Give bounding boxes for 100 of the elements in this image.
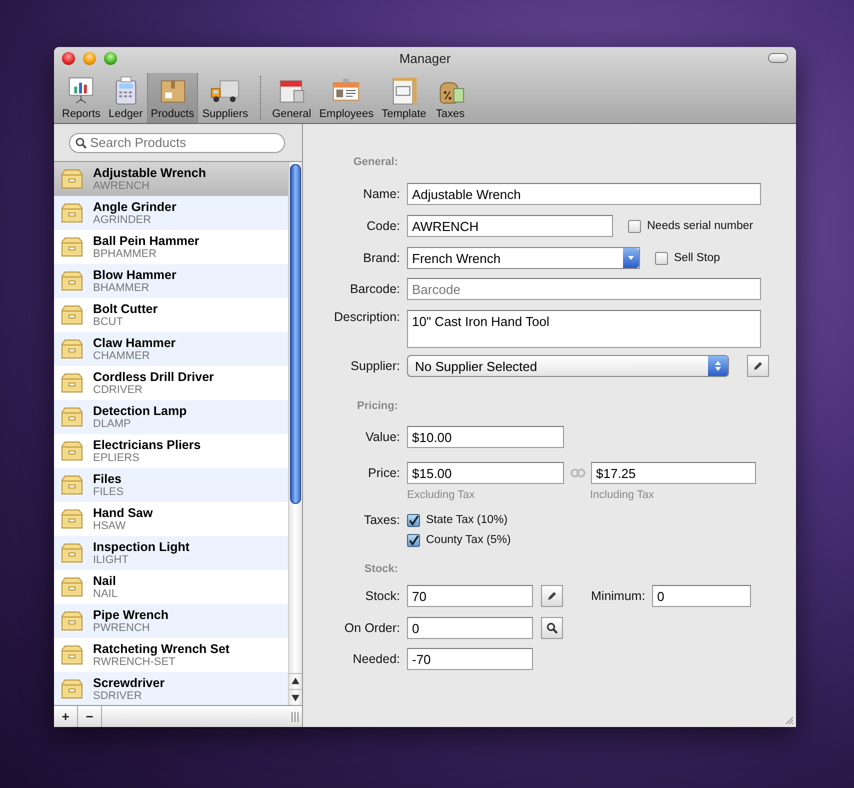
pencil-icon [752, 360, 764, 372]
product-name: Nail [93, 574, 117, 588]
product-code: AGRINDER [93, 214, 152, 226]
toolbar-button[interactable]: Suppliers [198, 73, 252, 123]
checkbox[interactable]: Sell Stop [655, 252, 720, 264]
scrollbar[interactable] [288, 162, 302, 705]
product-name: Adjustable Wrench [93, 166, 206, 180]
text-field[interactable]: -70 [407, 648, 533, 670]
product-row[interactable]: Angle Grinder AGRINDER [54, 196, 288, 230]
field-label: Price: [367, 466, 400, 480]
archive-box-icon [60, 305, 84, 325]
archive-box-icon [60, 441, 84, 461]
archive-box-icon [60, 611, 84, 631]
product-name: Detection Lamp [93, 404, 187, 418]
remove-button[interactable]: − [78, 706, 102, 727]
archive-box-icon [60, 271, 84, 291]
product-row[interactable]: Files FILES [54, 468, 288, 502]
text-field[interactable]: Adjustable Wrench [407, 183, 761, 205]
field-label: Minimum: [591, 589, 646, 603]
product-name: Inspection Light [93, 540, 190, 554]
product-code: PWRENCH [93, 622, 151, 634]
product-name: Hand Saw [93, 506, 153, 520]
product-name: Claw Hammer [93, 336, 176, 350]
field-label: On Order: [343, 621, 400, 635]
product-name: Screwdriver [93, 676, 165, 690]
product-row[interactable]: Detection Lamp DLAMP [54, 400, 288, 434]
close-button[interactable] [62, 52, 75, 65]
toolbar-button[interactable]: Taxes [430, 73, 470, 123]
search-icon [546, 622, 558, 634]
product-name: Electricians Pliers [93, 438, 201, 452]
product-code: BCUT [93, 316, 124, 328]
product-name: Cordless Drill Driver [93, 370, 214, 384]
archive-box-icon [60, 339, 84, 359]
scroll-thumb[interactable] [290, 164, 301, 504]
field-label: Barcode: [348, 282, 400, 296]
product-row[interactable]: Inspection Light ILIGHT [54, 536, 288, 570]
toolbar-button[interactable]: Employees [315, 73, 378, 123]
add-button[interactable]: + [54, 706, 78, 727]
product-name: Angle Grinder [93, 200, 176, 214]
checkbox[interactable]: Needs serial number [628, 220, 754, 232]
text-field[interactable]: Barcode [407, 278, 761, 300]
field-label: Value: [364, 430, 400, 444]
text-field[interactable]: AWRENCH [407, 215, 613, 237]
archive-box-icon [60, 475, 84, 495]
field-label: Taxes: [362, 513, 400, 527]
toolbar-button[interactable]: Reports [58, 73, 105, 123]
product-name: Bolt Cutter [93, 302, 158, 316]
archive-box-icon [60, 679, 84, 699]
archive-box-icon [60, 237, 84, 257]
product-row[interactable]: Claw Hammer CHAMMER [54, 332, 288, 366]
archive-box-icon [60, 407, 84, 427]
edit-button[interactable] [541, 585, 563, 607]
text-field[interactable]: 0 [407, 617, 533, 639]
section-heading: Pricing: [356, 400, 399, 412]
product-row[interactable]: Pipe Wrench PWRENCH [54, 604, 288, 638]
product-name: Blow Hammer [93, 268, 176, 282]
checkmark-icon [408, 514, 419, 526]
toolbar-button[interactable]: Template [378, 73, 430, 123]
text-field[interactable]: 0 [652, 585, 752, 607]
brand-dropdown[interactable]: French Wrench [407, 247, 640, 269]
up-down-arrows-icon [713, 359, 723, 373]
resize-grip-icon[interactable] [784, 715, 794, 725]
product-code: BHAMMER [93, 282, 150, 294]
edit-button[interactable] [747, 355, 769, 377]
product-code: CDRIVER [93, 384, 144, 396]
zoom-button[interactable] [104, 52, 117, 65]
text-field[interactable]: $17.25 [591, 462, 756, 484]
checkbox[interactable]: State Tax (10%) [407, 514, 508, 526]
archive-box-icon [60, 645, 84, 665]
archive-box-icon [60, 577, 84, 597]
product-name: Files [93, 472, 122, 486]
section-heading: General: [352, 156, 399, 168]
product-row[interactable]: Blow Hammer BHAMMER [54, 264, 288, 298]
product-code: SDRIVER [93, 690, 143, 702]
text-area[interactable]: 10" Cast Iron Hand Tool [407, 310, 761, 348]
product-name: Ball Pein Hammer [93, 234, 200, 248]
field-label: Name: [362, 187, 400, 201]
toolbar-toggle-button[interactable] [768, 53, 788, 63]
field-note: Excluding Tax [407, 489, 476, 501]
text-field[interactable]: 70 [407, 585, 533, 607]
product-code: CHAMMER [93, 350, 151, 362]
search-button[interactable] [541, 617, 563, 639]
field-label: Description: [333, 310, 400, 324]
text-field[interactable]: $10.00 [407, 426, 564, 448]
text-field[interactable]: $15.00 [407, 462, 564, 484]
toolbar-button[interactable]: Ledger [104, 73, 147, 123]
checkmark-icon [408, 534, 419, 546]
product-row[interactable]: Screwdriver SDRIVER [54, 672, 288, 705]
archive-box-icon [60, 509, 84, 529]
search-field[interactable]: Search Products [69, 132, 285, 152]
field-label: Needed: [352, 652, 400, 666]
product-row[interactable]: Adjustable Wrench AWRENCH [54, 162, 288, 196]
product-code: BPHAMMER [93, 248, 158, 260]
archive-box-icon [60, 203, 84, 223]
search-icon [75, 136, 87, 148]
toolbar-button[interactable]: Products [146, 73, 198, 123]
archive-box-icon [60, 373, 84, 393]
supplier-dropdown[interactable]: No Supplier Selected [407, 355, 729, 377]
toolbar-button[interactable]: General [268, 73, 316, 123]
checkbox[interactable]: County Tax (5%) [407, 534, 511, 546]
